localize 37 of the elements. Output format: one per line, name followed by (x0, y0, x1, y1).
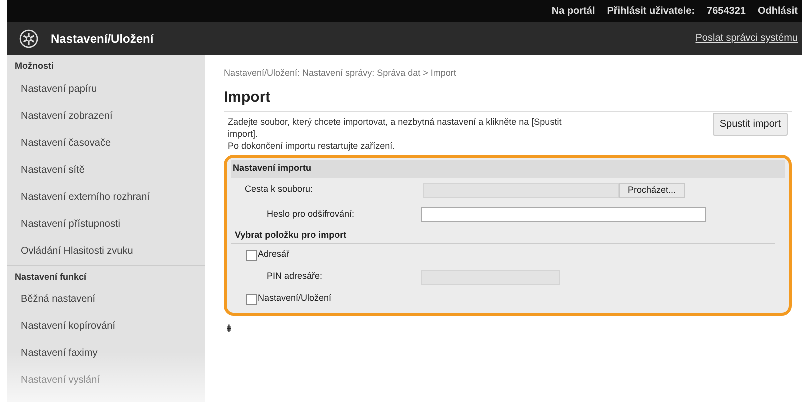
admin-link[interactable]: Poslat správci systému (696, 31, 798, 46)
field-label: Heslo pro odšifrování: (266, 208, 356, 221)
field-label: PIN adresáře: (266, 270, 324, 284)
login-user-link[interactable]: Přihlásit uživatele: (607, 4, 696, 18)
instruction-text: Po dokončení importu restartujte zařízení. (228, 140, 396, 152)
portal-link[interactable]: Na portál (552, 4, 596, 18)
file-path-field[interactable] (423, 182, 619, 198)
checkbox-label: Adresář (258, 248, 290, 262)
sidebar-item[interactable]: Nastavení externího rozhraní (21, 190, 150, 204)
instruction-text: Zadejte soubor, který chcete importovat, a nezbytná nastavení a klikněte na [Spustit import]. (228, 116, 563, 140)
logout-link[interactable]: Odhlásit (758, 4, 798, 18)
sidebar-item[interactable]: Ovládání Hlasitosti zvuku (21, 244, 134, 258)
sidebar-item[interactable]: Nastavení přístupnosti (21, 216, 120, 232)
sidebar-heading: Nastavení funkcí (7, 264, 205, 286)
page-title: Import (224, 86, 792, 112)
checkbox[interactable] (246, 250, 257, 260)
field-label: Cesta k souboru: (244, 183, 314, 196)
sidebar-item[interactable]: Nastavení papíru (21, 82, 98, 96)
start-import-button[interactable]: Spustit import (712, 113, 788, 136)
sidebar-heading: Možnosti (14, 60, 55, 73)
sidebar-item[interactable]: Běžná nastavení (21, 292, 96, 307)
sidebar-item[interactable]: Nastavení faximy (21, 346, 98, 361)
checkbox-label: Nastavení/Uložení (258, 292, 332, 306)
user-id-link[interactable]: 7654321 (707, 4, 746, 18)
settings-icon (19, 28, 39, 48)
section-heading: Nastavení importu (231, 160, 785, 178)
sidebar-item[interactable]: Nastavení sítě (21, 162, 85, 178)
browse-button[interactable]: Procházet... (619, 182, 686, 198)
breadcrumb: Nastavení/Uložení: Nastavení správy: Správa dat > Import (224, 67, 458, 80)
back-to-top-link[interactable]: ⯒ (224, 322, 231, 337)
sidebar-item[interactable]: Nastavení časovače (21, 136, 112, 150)
sidebar-item[interactable]: Nastavení kopírování (21, 319, 116, 334)
password-field[interactable] (421, 207, 706, 222)
sidebar-item[interactable]: Nastavení zobrazení (21, 108, 113, 124)
section-subheading: Vybrat položku pro import (231, 228, 775, 244)
checkbox[interactable] (246, 294, 257, 304)
header-title: Nastavení/Uložení (51, 30, 154, 48)
